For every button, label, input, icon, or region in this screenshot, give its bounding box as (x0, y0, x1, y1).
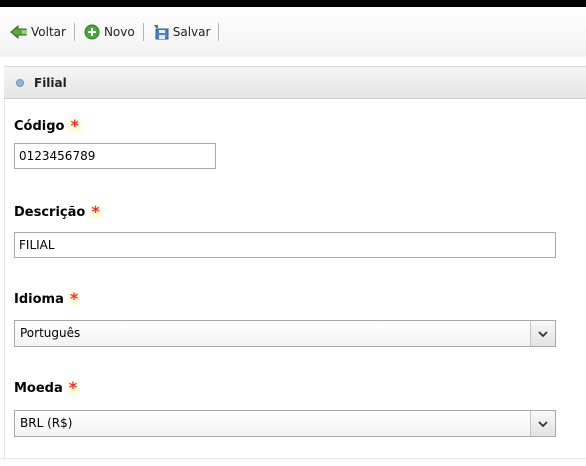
chevron-down-icon (538, 420, 548, 427)
idioma-select[interactable]: Português (14, 320, 556, 347)
add-circle-icon (83, 23, 101, 41)
back-arrow-icon (10, 23, 28, 41)
required-marker: * (89, 202, 102, 221)
back-button[interactable]: Voltar (6, 21, 70, 43)
window-top-strip (0, 0, 586, 7)
toolbar: Voltar Novo Salvar (0, 7, 586, 57)
moeda-label: Moeda * (14, 378, 80, 397)
toolbar-separator (218, 23, 220, 41)
save-disk-icon (152, 23, 170, 41)
required-marker: * (68, 116, 81, 135)
moeda-label-text: Moeda (14, 381, 63, 396)
codigo-label: Código * (14, 116, 81, 135)
idioma-label-text: Idioma (14, 292, 64, 307)
required-marker: * (66, 378, 80, 397)
back-button-label: Voltar (31, 25, 66, 39)
toolbar-separator (73, 23, 75, 41)
new-button-label: Novo (103, 25, 135, 39)
moeda-selected-value: BRL (R$) (20, 416, 73, 430)
descricao-input[interactable] (14, 232, 556, 258)
save-button-label: Salvar (172, 25, 211, 39)
filial-form: Código * Descrição * Idioma * Português … (4, 99, 586, 461)
idioma-label: Idioma * (14, 289, 81, 308)
toolbar-separator (142, 23, 144, 41)
moeda-select[interactable]: BRL (R$) (14, 410, 556, 437)
new-button[interactable]: Novo (79, 21, 139, 43)
bullet-icon (16, 78, 24, 87)
save-button[interactable]: Salvar (148, 21, 215, 43)
idioma-selected-value: Português (20, 326, 81, 340)
chevron-down-icon (538, 330, 548, 337)
moeda-dropdown-button[interactable] (530, 411, 555, 436)
descricao-label-text: Descrição (14, 205, 86, 220)
idioma-dropdown-button[interactable] (530, 321, 555, 346)
panel-header: Filial (4, 66, 586, 99)
panel-title: Filial (34, 75, 67, 90)
codigo-label-text: Código (14, 119, 65, 134)
descricao-label: Descrição * (14, 202, 102, 221)
bottom-divider (0, 458, 586, 459)
required-marker: * (67, 289, 81, 308)
codigo-input[interactable] (14, 143, 216, 169)
